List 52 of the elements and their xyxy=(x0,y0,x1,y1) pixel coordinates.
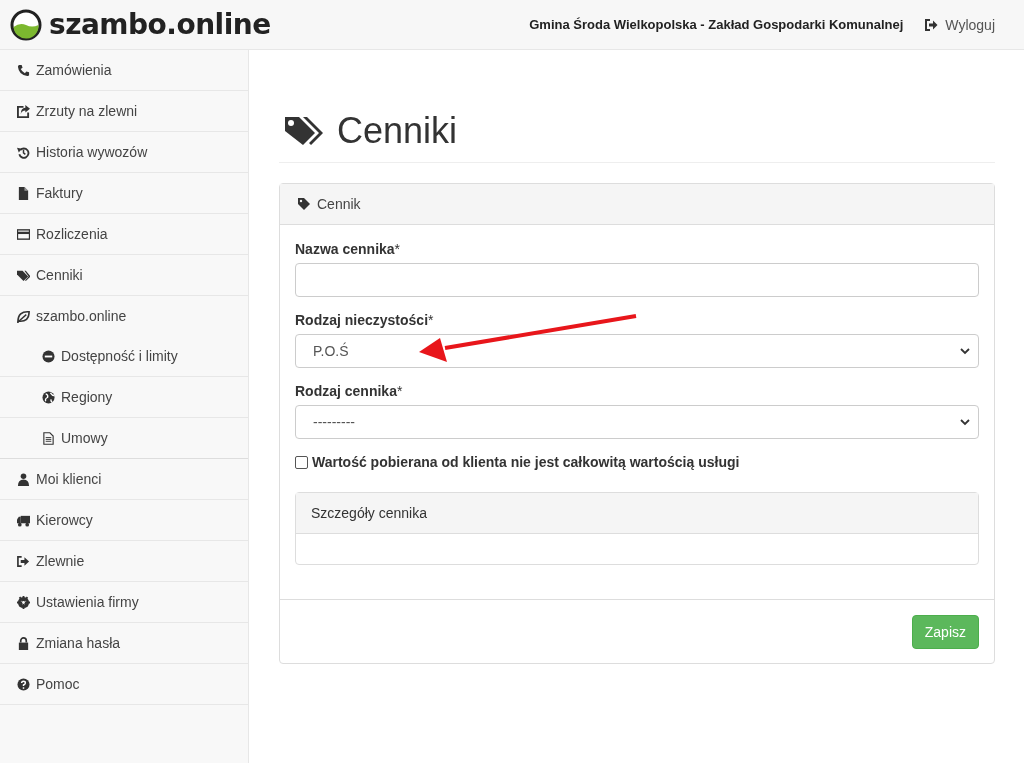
truck-icon xyxy=(17,513,30,527)
submenu-item[interactable]: Dostępność i limity xyxy=(0,336,248,377)
select-field[interactable]: P.O.Ś xyxy=(295,334,979,368)
tag-icon xyxy=(298,198,310,210)
details-title: Szczegóły cennika xyxy=(311,505,427,521)
lock-icon xyxy=(17,636,30,650)
sidebar-item[interactable]: Moi klienci xyxy=(0,459,248,500)
field-label: Nazwa cennika* xyxy=(295,241,402,257)
file-icon xyxy=(17,186,30,200)
question-icon xyxy=(17,677,30,691)
phone-icon xyxy=(17,63,30,77)
sidebar-item[interactable]: Pomoc xyxy=(0,664,248,705)
brand-name[interactable]: szambo.online xyxy=(49,8,271,41)
chevron-down-icon xyxy=(960,347,970,355)
sidebar-item[interactable]: Historia wywozów xyxy=(0,132,248,173)
input-field[interactable] xyxy=(295,263,979,297)
globe-icon xyxy=(42,390,55,404)
leaf-icon xyxy=(17,309,30,323)
sidebar-item[interactable]: Rozliczenia xyxy=(0,214,248,255)
panel-title: Cennik xyxy=(317,196,361,212)
gear-icon xyxy=(17,595,30,609)
sidebar-item[interactable]: Cenniki xyxy=(0,255,248,296)
tags-icon xyxy=(283,115,323,147)
submenu-item[interactable]: Umowy xyxy=(0,418,248,458)
checkbox-label: Wartość pobierana od klienta nie jest całkowitą wartością usługi xyxy=(312,454,740,470)
checkbox[interactable] xyxy=(295,455,308,469)
select-field[interactable]: --------- xyxy=(295,405,979,439)
page-title: Cenniki xyxy=(337,110,458,152)
sidebar-item[interactable]: Zmiana hasła xyxy=(0,623,248,664)
logout-link[interactable]: Wyloguj xyxy=(925,16,995,33)
sidebar-item[interactable]: Zlewnie xyxy=(0,541,248,582)
share-icon xyxy=(17,104,30,118)
sign-out-icon xyxy=(17,554,30,568)
sidebar-item[interactable]: Zamówienia xyxy=(0,50,248,91)
sidebar-item[interactable]: Ustawienia firmy xyxy=(0,582,248,623)
user-icon xyxy=(17,472,30,486)
sidebar-item[interactable]: szambo.online xyxy=(0,296,248,336)
sign-out-icon xyxy=(925,18,939,31)
credit-card-icon xyxy=(17,227,30,241)
minus-circle-icon xyxy=(42,349,55,363)
chevron-down-icon xyxy=(960,418,970,426)
history-icon xyxy=(17,145,30,159)
organization-name: Gmina Środa Wielkopolska - Zakład Gospodarki Komunalnej xyxy=(529,17,904,32)
field-label: Rodzaj nieczystości* xyxy=(295,312,435,328)
logo-icon xyxy=(10,8,42,41)
submenu-item[interactable]: Regiony xyxy=(0,377,248,418)
tags-icon xyxy=(17,268,30,282)
field-label: Rodzaj cennika* xyxy=(295,383,404,399)
sidebar-item[interactable]: Faktury xyxy=(0,173,248,214)
sidebar-item[interactable]: Kierowcy xyxy=(0,500,248,541)
sidebar-item[interactable]: Zrzuty na zlewni xyxy=(0,91,248,132)
document-icon xyxy=(42,431,55,445)
